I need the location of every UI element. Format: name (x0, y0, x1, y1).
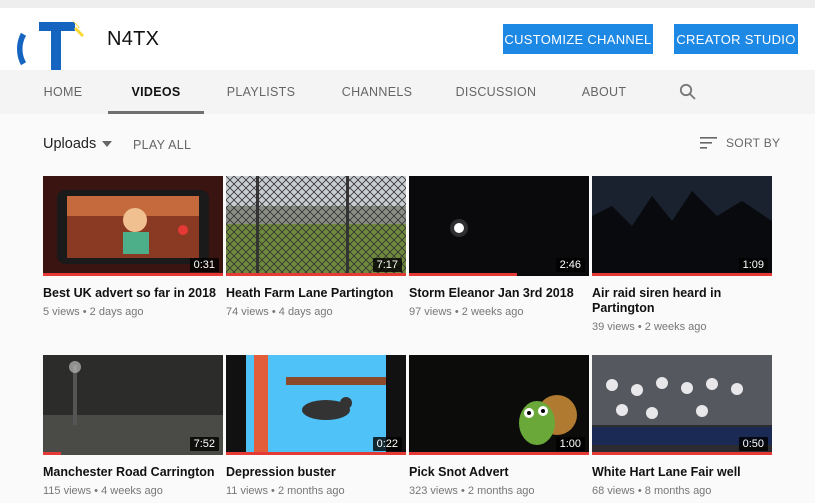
channel-tabs: HOME VIDEOS PLAYLISTS CHANNELS DISCUSSIO… (0, 70, 815, 114)
video-age: 2 months ago (277, 485, 345, 497)
video-meta: 97 views • 2 weeks ago (409, 306, 524, 318)
video-duration: 2:46 (555, 258, 585, 272)
video-views: 39 views (592, 321, 635, 333)
watch-progress-bar (43, 273, 223, 276)
video-meta: 323 views • 2 months ago (409, 485, 535, 497)
video-title[interactable]: Depression buster (226, 465, 406, 480)
video-views: 97 views (409, 306, 452, 318)
video-views: 5 views (43, 306, 80, 318)
tab-home[interactable]: HOME (30, 70, 96, 114)
video-age: 2 months ago (467, 485, 535, 497)
tab-discussion[interactable]: DISCUSSION (450, 70, 542, 114)
tab-channels[interactable]: CHANNELS (333, 70, 421, 114)
sort-icon (700, 137, 717, 149)
video-card[interactable]: 0:22 Depression buster 11 views • 2 mont… (226, 355, 406, 497)
video-duration: 1:00 (555, 437, 585, 451)
video-duration: 0:22 (372, 437, 402, 451)
top-strip (0, 0, 815, 8)
video-title[interactable]: Best UK advert so far in 2018 (43, 286, 223, 301)
creator-studio-button[interactable]: CREATOR STUDIO (674, 24, 798, 54)
video-card[interactable]: 0:31 Best UK advert so far in 2018 5 vie… (43, 176, 223, 318)
video-duration: 1:09 (738, 258, 768, 272)
video-age: 4 weeks ago (101, 485, 163, 497)
video-meta: 68 views • 8 months ago (592, 485, 712, 497)
watch-progress-bar (226, 273, 406, 276)
video-thumbnail[interactable]: 7:52 (43, 355, 223, 455)
sort-by-button[interactable]: SORT BY (700, 136, 780, 150)
channel-name: N4TX (107, 28, 160, 50)
video-duration: 0:31 (189, 258, 219, 272)
watch-progress-bar (43, 452, 61, 455)
video-thumbnail[interactable]: 0:31 (43, 176, 223, 276)
video-duration: 7:17 (372, 258, 402, 272)
customize-channel-button[interactable]: CUSTOMIZE CHANNEL (503, 24, 653, 54)
video-thumbnail[interactable]: 1:09 (592, 176, 772, 276)
video-meta: 5 views • 2 days ago (43, 306, 144, 318)
video-card[interactable]: 1:00 Pick Snot Advert 323 views • 2 mont… (409, 355, 589, 497)
video-thumbnail[interactable]: 0:50 (592, 355, 772, 455)
video-card[interactable]: 1:09 Air raid siren heard in Partington … (592, 176, 772, 333)
video-thumbnail[interactable]: 7:17 (226, 176, 406, 276)
video-meta: 11 views • 2 months ago (226, 485, 345, 497)
video-thumbnail[interactable]: 0:22 (226, 355, 406, 455)
video-duration: 7:52 (189, 437, 219, 451)
video-meta: 39 views • 2 weeks ago (592, 321, 707, 333)
watch-progress-bar (409, 273, 517, 276)
uploads-label: Uploads (43, 136, 97, 152)
tab-videos[interactable]: VIDEOS (108, 70, 204, 114)
tab-playlists[interactable]: PLAYLISTS (218, 70, 304, 114)
video-age: 8 months ago (644, 485, 712, 497)
video-title[interactable]: White Hart Lane Fair well (592, 465, 772, 480)
video-views: 323 views (409, 485, 458, 497)
watch-progress-bar (592, 273, 772, 276)
video-title[interactable]: Manchester Road Carrington (43, 465, 223, 480)
video-duration: 0:50 (738, 437, 768, 451)
video-card[interactable]: 7:17 Heath Farm Lane Partington 74 views… (226, 176, 406, 318)
video-views: 115 views (43, 485, 92, 497)
play-all-button[interactable]: PLAY ALL (133, 138, 191, 152)
video-views: 68 views (592, 485, 635, 497)
watch-progress-bar (409, 452, 589, 455)
video-card[interactable]: 2:46 Storm Eleanor Jan 3rd 2018 97 views… (409, 176, 589, 318)
video-views: 74 views (226, 306, 269, 318)
video-meta: 74 views • 4 days ago (226, 306, 333, 318)
watch-progress-bar (226, 452, 406, 455)
video-title[interactable]: Air raid siren heard in Partington (592, 286, 772, 316)
video-thumbnail[interactable]: 1:00 (409, 355, 589, 455)
sort-by-label: SORT BY (726, 136, 781, 150)
channel-header: N4TX CUSTOMIZE CHANNEL CREATOR STUDIO HO… (0, 8, 815, 114)
video-card[interactable]: 7:52 Manchester Road Carrington 115 view… (43, 355, 223, 497)
videos-toolbar: Uploads PLAY ALL SORT BY (0, 130, 815, 160)
video-age: 2 weeks ago (461, 306, 524, 318)
video-age: 2 days ago (89, 306, 144, 318)
uploads-dropdown[interactable]: Uploads (43, 136, 113, 152)
video-age: 4 days ago (278, 306, 333, 318)
video-title[interactable]: Heath Farm Lane Partington (226, 286, 406, 301)
tab-about[interactable]: ABOUT (573, 70, 635, 114)
video-title[interactable]: Storm Eleanor Jan 3rd 2018 (409, 286, 589, 301)
video-title[interactable]: Pick Snot Advert (409, 465, 589, 480)
video-meta: 115 views • 4 weeks ago (43, 485, 163, 497)
video-views: 11 views (226, 485, 268, 497)
caret-down-icon (102, 141, 113, 147)
video-thumbnail[interactable]: 2:46 (409, 176, 589, 276)
watch-progress-bar (592, 452, 772, 455)
video-age: 2 weeks ago (644, 321, 707, 333)
video-card[interactable]: 0:50 White Hart Lane Fair well 68 views … (592, 355, 772, 497)
search-icon[interactable] (672, 78, 704, 106)
